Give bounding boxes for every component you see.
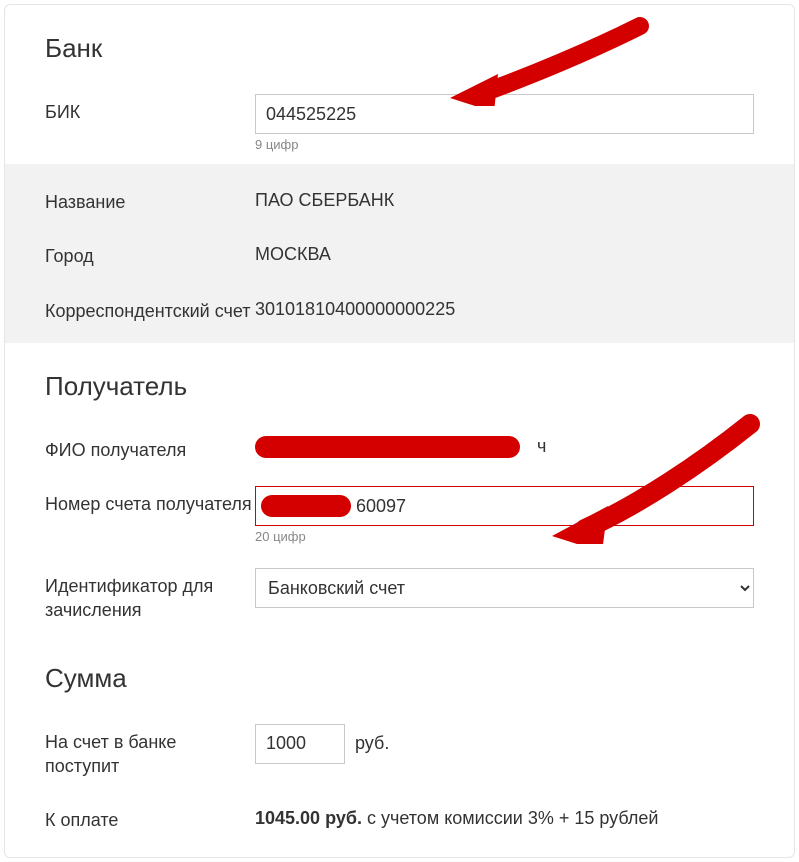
row-credit: На счет в банке поступит руб.: [5, 712, 794, 791]
credit-unit: руб.: [355, 733, 389, 754]
bank-name-label: Название: [45, 184, 255, 214]
row-account: Номер счета получателя 20 цифр: [5, 474, 794, 556]
redaction-bar: [255, 436, 520, 458]
section-title-amount: Сумма: [5, 635, 794, 712]
ident-label: Идентификатор для зачисления: [45, 568, 255, 623]
row-bank-corr: Корреспондентский счет 30101810400000000…: [5, 281, 794, 335]
account-label: Номер счета получателя: [45, 486, 255, 516]
bank-corr-value: 30101810400000000225: [255, 293, 754, 320]
fio-label: ФИО получателя: [45, 432, 255, 462]
bank-info-block: Название ПАО СБЕРБАНК Город МОСКВА Корре…: [5, 164, 794, 343]
bank-city-label: Город: [45, 238, 255, 268]
row-fio: ФИО получателя ч: [5, 420, 794, 474]
section-title-bank: Банк: [5, 5, 794, 82]
payment-form: Банк БИК 9 цифр Название ПАО СБЕРБАНК Го…: [4, 4, 795, 858]
row-total: К оплате 1045.00 руб. с учетом комиссии …: [5, 790, 794, 844]
credit-label: На счет в банке поступит: [45, 724, 255, 779]
bik-input[interactable]: [255, 94, 754, 134]
total-label: К оплате: [45, 802, 255, 832]
row-bank-name: Название ПАО СБЕРБАНК: [5, 172, 794, 226]
account-input[interactable]: [255, 486, 754, 526]
ident-select[interactable]: Банковский счет: [255, 568, 754, 608]
section-title-recipient: Получатель: [5, 343, 794, 420]
fio-visible-suffix: ч: [537, 436, 546, 457]
row-ident: Идентификатор для зачисления Банковский …: [5, 556, 794, 635]
bank-name-value: ПАО СБЕРБАНК: [255, 184, 754, 211]
account-hint: 20 цифр: [255, 529, 754, 544]
bank-city-value: МОСКВА: [255, 238, 754, 265]
bik-label: БИК: [45, 94, 255, 124]
total-value-line: 1045.00 руб. с учетом комиссии 3% + 15 р…: [255, 802, 754, 829]
total-value: 1045.00 руб.: [255, 808, 362, 828]
row-bik: БИК 9 цифр: [5, 82, 794, 164]
credit-input[interactable]: [255, 724, 345, 764]
total-suffix: с учетом комиссии 3% + 15 рублей: [362, 808, 658, 828]
bank-corr-label: Корреспондентский счет: [45, 293, 255, 323]
row-bank-city: Город МОСКВА: [5, 226, 794, 280]
fio-value: ч: [255, 432, 754, 462]
bik-hint: 9 цифр: [255, 137, 754, 152]
